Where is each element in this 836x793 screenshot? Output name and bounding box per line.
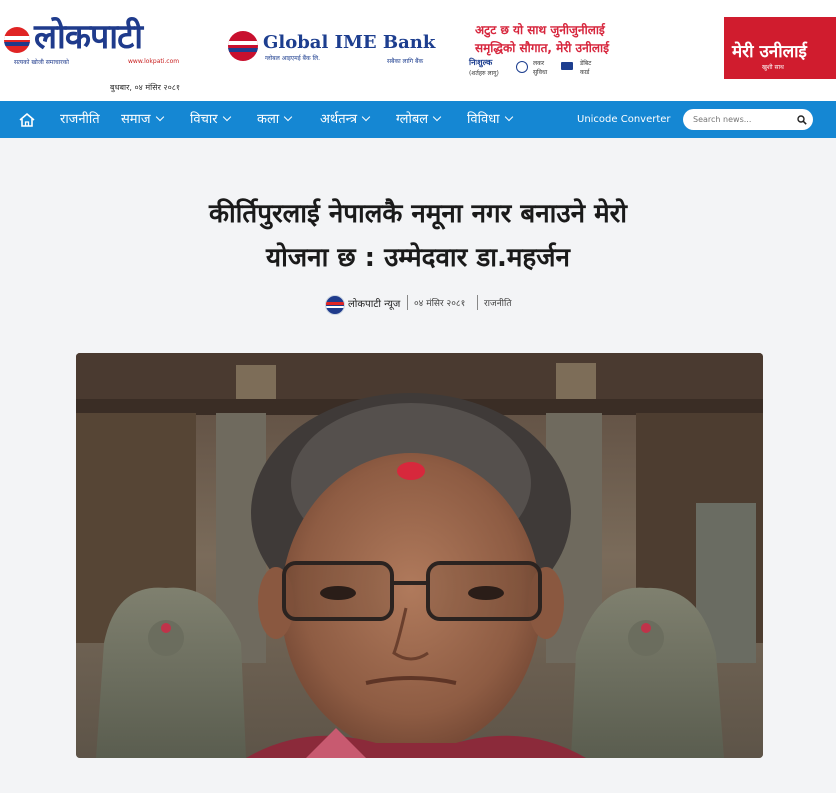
nav-item-miscellany[interactable]: विविधा — [467, 101, 513, 138]
chevron-down-icon — [222, 112, 231, 122]
portrait-photo — [76, 353, 763, 758]
home-icon[interactable] — [18, 112, 36, 128]
ad-campaign-panel: मेरी उनीलाई खुशी साथ — [724, 17, 836, 79]
ad-bank-slogan: सबैका लागि बैंक — [387, 58, 424, 65]
ad-feature-locker: लकर सुविधा — [533, 59, 547, 77]
logo-globe-icon — [4, 27, 30, 53]
ad-feature-locker-line2: सुविधा — [533, 69, 548, 76]
nav-item-art[interactable]: कला — [257, 101, 293, 138]
locker-icon — [516, 61, 528, 73]
ad-feature-locker-line1: लकर — [533, 60, 545, 67]
author-avatar — [325, 295, 345, 315]
article-author[interactable]: लोकपाटी न्यूज — [348, 296, 400, 310]
bank-logo-icon — [228, 31, 258, 61]
debit-card-icon — [561, 62, 573, 70]
article-date: ०४ मंसिर २०८१ — [414, 299, 466, 309]
ad-feature-card-line1: डेबिट — [580, 60, 592, 67]
chevron-down-icon — [504, 112, 513, 122]
ad-feature-free-note: (शर्तहरु लागू) — [469, 70, 499, 77]
ad-campaign-subtitle: खुशी साथ — [762, 64, 784, 71]
chevron-down-icon — [155, 112, 164, 122]
unicode-converter-link[interactable]: Unicode Converter — [577, 101, 671, 138]
article-category[interactable]: राजनीति — [484, 296, 511, 309]
nav-item-economy[interactable]: अर्थतन्त्र — [320, 101, 371, 138]
ad-headline-line1: अटुट छ यो साथ जुनीजुनीलाई — [475, 23, 605, 37]
ad-campaign-title: मेरी उनीलाई — [732, 42, 807, 62]
site-logo[interactable]: लोकपाटी सत्यको खोजी समाचारको www.lokpati… — [0, 3, 186, 79]
ad-feature-free: निःशुल्क — [469, 58, 493, 67]
ad-feature-card: डेबिट कार्ड — [580, 59, 591, 77]
article-title-line1: कीर्तिपुरलाई नेपालकै नमूना नगर बनाउने मे… — [208, 199, 628, 229]
chevron-down-icon — [432, 112, 442, 122]
chevron-down-icon — [361, 112, 371, 122]
search-box — [683, 109, 813, 130]
logo-text: लोकपाटी — [34, 17, 143, 57]
logo-tagline: सत्यको खोजी समाचारको — [14, 59, 69, 66]
nav-item-society[interactable]: समाज — [121, 101, 164, 138]
logo-url: www.lokpati.com — [128, 58, 180, 65]
nav-item-politics[interactable]: राजनीति — [60, 101, 100, 138]
article-meta: लोकपाटी न्यूज ०४ मंसिर २०८१ राजनीति — [0, 293, 836, 315]
meta-divider — [477, 295, 478, 310]
search-input[interactable] — [693, 112, 789, 127]
banner-ad[interactable]: Global IME Bank ग्लोबल आइएमई बैंक लि. सब… — [219, 17, 836, 79]
site-header: लोकपाटी सत्यको खोजी समाचारको www.lokpati… — [0, 0, 836, 101]
search-icon[interactable] — [797, 115, 807, 125]
header-date: बुधबार, ०४ मंसिर २०८१ — [110, 83, 181, 92]
ad-bank-name: Global IME Bank — [263, 32, 436, 53]
nav-item-opinion[interactable]: विचार — [190, 101, 231, 138]
nav-item-global[interactable]: ग्लोबल — [396, 101, 442, 138]
article-featured-image — [76, 353, 763, 758]
chevron-down-icon — [283, 112, 293, 122]
ad-feature-card-line2: कार्ड — [580, 69, 590, 76]
ad-headline-line2: समृद्धिको सौगात, मेरी उनीलाई — [475, 41, 609, 55]
article-title: कीर्तिपुरलाई नेपालकै नमूना नगर बनाउने मे… — [90, 192, 746, 280]
ad-bank-subtitle: ग्लोबल आइएमई बैंक लि. — [265, 55, 321, 62]
article-title-line2: योजना छ : उम्मेदवार डा.महर्जन — [266, 243, 570, 273]
meta-divider — [407, 295, 408, 310]
